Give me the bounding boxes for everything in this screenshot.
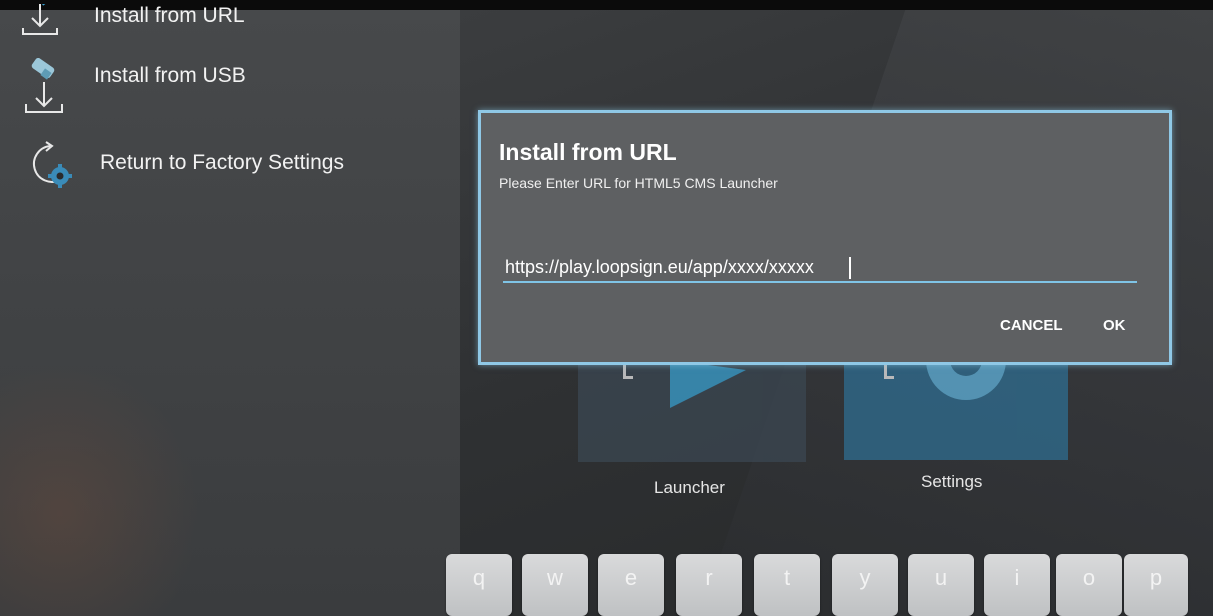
key-r[interactable]: r <box>676 554 742 616</box>
dialog-subtitle: Please Enter URL for HTML5 CMS Launcher <box>499 175 778 191</box>
dialog-title: Install from URL <box>499 139 677 165</box>
key-u[interactable]: u <box>908 554 974 616</box>
key-w[interactable]: w <box>522 554 588 616</box>
key-e[interactable]: e <box>598 554 664 616</box>
download-arrow-icon <box>20 0 80 54</box>
url-input[interactable] <box>503 253 1137 283</box>
text-cursor <box>849 257 851 279</box>
launcher-tile[interactable] <box>578 350 806 462</box>
key-o[interactable]: o <box>1056 554 1122 616</box>
install-from-url-dialog: Install from URL Please Enter URL for HT… <box>478 110 1172 365</box>
menu-item-label: Install from USB <box>94 64 246 87</box>
gear-icon <box>884 320 1006 400</box>
settings-tile[interactable] <box>844 320 1068 460</box>
ok-button[interactable]: OK <box>1103 317 1126 334</box>
launcher-icon <box>623 360 746 408</box>
launcher-label: Launcher <box>654 478 725 497</box>
factory-reset-icon <box>20 138 80 188</box>
settings-label: Settings <box>921 472 983 491</box>
menu-item-factory-reset[interactable]: Return to Factory Settings <box>20 138 344 188</box>
cancel-button[interactable]: CANCEL <box>1000 317 1063 334</box>
screen-glare <box>0 360 200 616</box>
key-y[interactable]: y <box>832 554 898 616</box>
screen: Install from URL Install from USB Return… <box>0 0 1213 616</box>
on-screen-keyboard: q w e r t y u i o p <box>440 550 1213 616</box>
menu-item-label: Install from URL <box>94 4 245 27</box>
key-t[interactable]: t <box>754 554 820 616</box>
usb-download-icon <box>20 57 80 113</box>
menu-item-install-from-url[interactable]: Install from URL <box>20 0 245 54</box>
menu-item-install-from-usb[interactable]: Install from USB <box>20 57 246 113</box>
key-q[interactable]: q <box>446 554 512 616</box>
key-p[interactable]: p <box>1124 554 1188 616</box>
menu-item-label: Return to Factory Settings <box>100 151 344 174</box>
key-i[interactable]: i <box>984 554 1050 616</box>
